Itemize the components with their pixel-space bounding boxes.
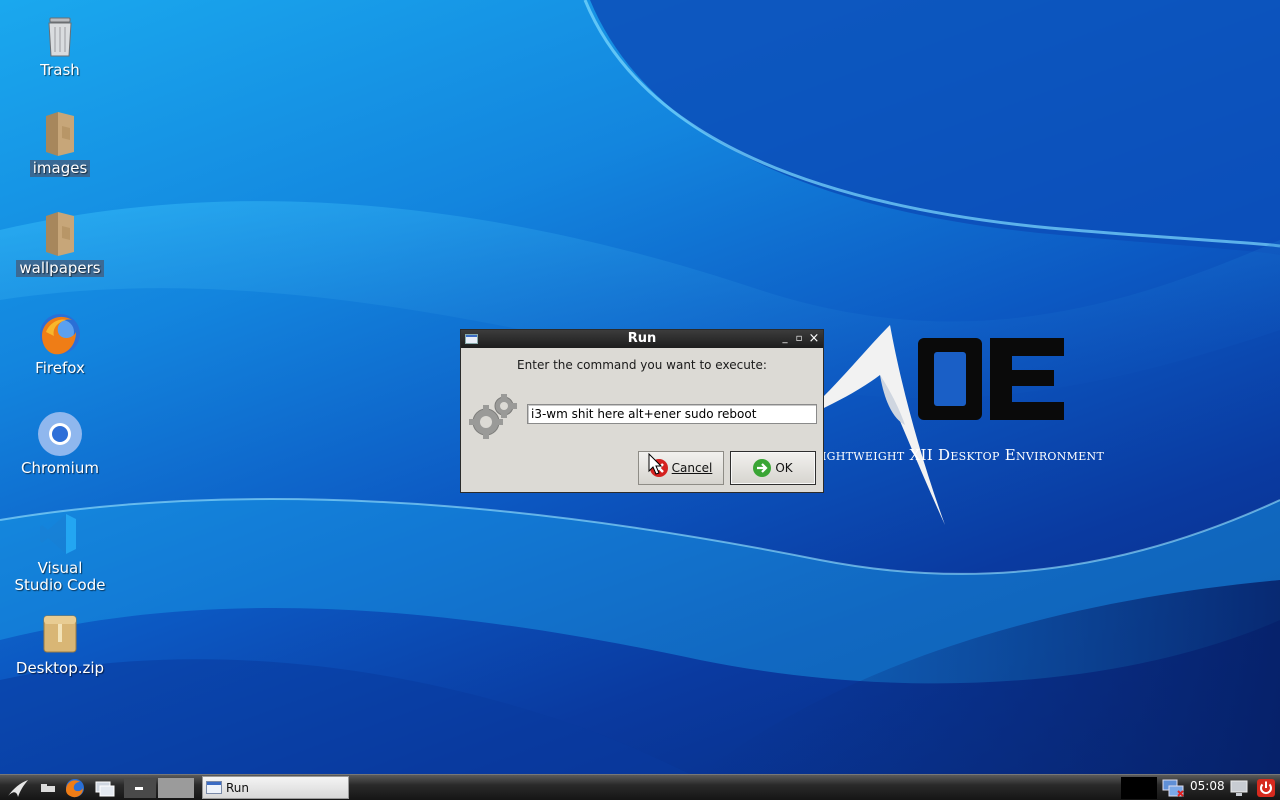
- cancel-label: Cancel: [671, 461, 713, 475]
- gear-icon: [466, 390, 518, 442]
- lock-screen-icon[interactable]: [1228, 778, 1250, 798]
- zip-archive-icon: [36, 610, 84, 658]
- desktop-pager-1[interactable]: [124, 778, 156, 798]
- firefox-launcher-icon[interactable]: [64, 778, 86, 798]
- chromium-icon: [36, 410, 84, 458]
- close-button[interactable]: ×: [808, 332, 820, 345]
- lxde-menu-icon[interactable]: [6, 778, 34, 798]
- taskbar: Run 05:08: [0, 774, 1280, 800]
- run-dialog: Run _ ▫ × Enter the command you want to …: [460, 329, 824, 493]
- window-icon: [206, 781, 222, 794]
- desktop-icon-label: images: [29, 160, 91, 177]
- desktop-icon-vscode[interactable]: Visual Studio Code: [10, 510, 110, 594]
- firefox-icon: [36, 310, 84, 358]
- network-icon[interactable]: [1160, 778, 1186, 798]
- command-input[interactable]: [527, 404, 817, 424]
- desktop-icon-label: Firefox: [35, 359, 85, 377]
- ok-arrow-icon: [753, 459, 772, 477]
- logout-power-icon[interactable]: [1256, 778, 1276, 798]
- taskbar-task-run[interactable]: Run: [202, 776, 349, 799]
- ok-label: OK: [775, 461, 793, 475]
- trash-icon: [36, 12, 84, 60]
- desktop-pager-2[interactable]: [158, 778, 194, 798]
- task-label: Run: [226, 780, 250, 795]
- wallpaper-tagline: ightweight XII Desktop Environment: [822, 446, 1105, 464]
- minimize-button[interactable]: _: [779, 332, 791, 345]
- desktop-icon-chromium[interactable]: Chromium: [10, 410, 110, 477]
- vscode-icon: [36, 510, 84, 558]
- desktop-icon-images[interactable]: images: [10, 110, 110, 177]
- desktop-icon-label: Trash: [40, 61, 80, 79]
- mouse-cursor-icon: [648, 452, 663, 479]
- dialog-titlebar[interactable]: Run _ ▫ ×: [461, 330, 823, 348]
- desktop-icon-label: Chromium: [21, 459, 99, 477]
- folder-icon: [36, 110, 84, 158]
- run-prompt-label: Enter the command you want to execute:: [517, 358, 767, 372]
- folder-icon: [36, 210, 84, 258]
- dialog-title: Run: [627, 331, 657, 346]
- desktop-icon-wallpapers[interactable]: wallpapers: [10, 210, 110, 277]
- cpu-monitor: [1121, 777, 1157, 799]
- desktop-icon-desktop-zip[interactable]: Desktop.zip: [10, 610, 110, 677]
- desktop-icon-trash[interactable]: Trash: [10, 12, 110, 79]
- clock[interactable]: 05:08: [1190, 779, 1225, 793]
- desktop-icon-firefox[interactable]: Firefox: [10, 310, 110, 377]
- desktop-icon-label: wallpapers: [16, 260, 104, 277]
- ok-button[interactable]: OK: [730, 451, 816, 485]
- desktop-icon-label: Desktop.zip: [15, 659, 105, 677]
- window-switcher-icon[interactable]: [94, 778, 116, 798]
- desktop-icon-label: Visual Studio Code: [14, 559, 106, 594]
- file-manager-icon[interactable]: [38, 778, 58, 798]
- maximize-button[interactable]: ▫: [793, 332, 805, 345]
